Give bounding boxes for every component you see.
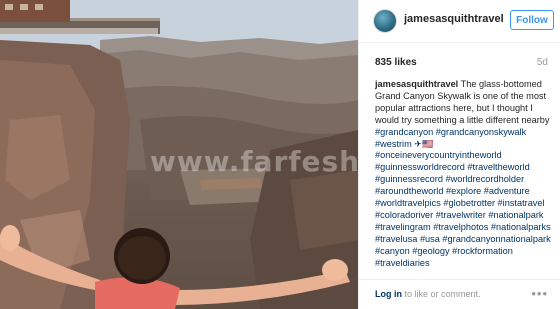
login-link[interactable]: Log in: [375, 289, 402, 299]
post-side-panel: jamesasquithtravel Follow 835 likes 5d j…: [358, 0, 560, 309]
more-options-icon[interactable]: •••: [531, 286, 548, 301]
post-time: 5d: [536, 57, 548, 68]
post-footer: Log in to like or comment. •••: [359, 279, 560, 309]
grand-canyon-scene: [0, 0, 358, 309]
post-header: jamesasquithtravel Follow: [359, 0, 560, 43]
caption-username[interactable]: jamesasquithtravel: [375, 79, 458, 89]
caption: jamesasquithtravel The glass-bottomed Gr…: [375, 79, 555, 269]
likes-count[interactable]: 835 likes: [375, 57, 417, 68]
follow-button[interactable]: Follow: [510, 10, 554, 30]
login-suffix: to like or comment.: [402, 289, 481, 299]
login-prompt: Log in to like or comment.: [375, 289, 481, 299]
instagram-post-embed: www.farfesh.com jamesasquithtravel Follo…: [0, 0, 560, 309]
avatar[interactable]: [373, 9, 397, 33]
post-photo[interactable]: www.farfesh.com: [0, 0, 358, 309]
username-link[interactable]: jamesasquithtravel: [404, 13, 504, 25]
caption-hashtags[interactable]: #grandcanyon #grandcanyonskywalk #westri…: [375, 127, 551, 268]
